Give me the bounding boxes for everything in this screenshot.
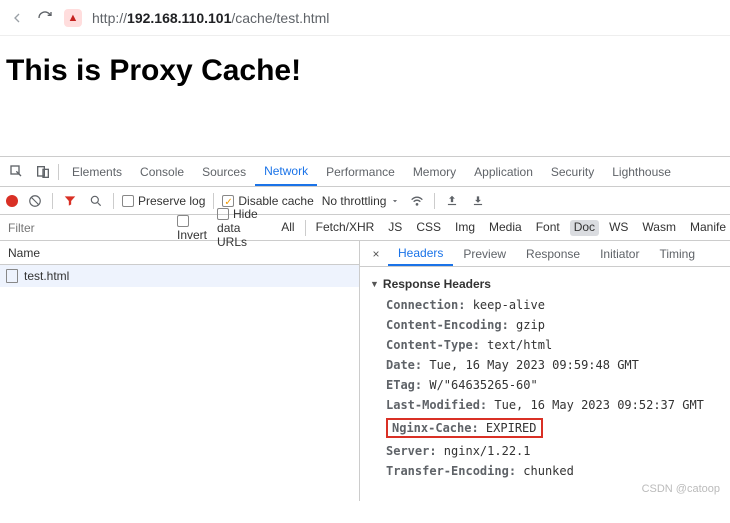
url-host: 192.168.110.101 [127, 10, 231, 26]
detail-tab-initiator[interactable]: Initiator [590, 241, 649, 266]
filter-type-img[interactable]: Img [451, 220, 479, 236]
watermark: CSDN @catoop [642, 483, 720, 495]
separator [434, 193, 435, 209]
filter-type-font[interactable]: Font [532, 220, 564, 236]
page-content: This is Proxy Cache! [0, 36, 730, 156]
url-path: /cache/test.html [231, 10, 329, 26]
device-toggle-icon[interactable] [32, 161, 54, 183]
file-icon [6, 269, 18, 283]
tab-sources[interactable]: Sources [193, 157, 255, 186]
header-line: Content-Encoding: gzip [370, 315, 720, 335]
separator [113, 193, 114, 209]
tab-network[interactable]: Network [255, 157, 317, 186]
back-button[interactable] [8, 9, 26, 27]
wifi-icon[interactable] [408, 192, 426, 210]
upload-icon[interactable] [443, 192, 461, 210]
detail-tab-timing[interactable]: Timing [649, 241, 705, 266]
header-line: Last-Modified: Tue, 16 May 2023 09:52:37… [370, 395, 720, 415]
devtools-tabstrip: ElementsConsoleSourcesNetworkPerformance… [0, 157, 730, 187]
header-line: Content-Type: text/html [370, 335, 720, 355]
column-header-name[interactable]: Name [0, 241, 359, 265]
devtools-panel: ElementsConsoleSourcesNetworkPerformance… [0, 156, 730, 501]
reload-button[interactable] [36, 9, 54, 27]
separator [305, 220, 306, 236]
filter-type-doc[interactable]: Doc [570, 220, 599, 236]
filter-type-fetchxhr[interactable]: Fetch/XHR [312, 220, 379, 236]
close-detail-icon[interactable]: × [366, 247, 386, 261]
request-list: Name test.html [0, 241, 360, 501]
tab-memory[interactable]: Memory [404, 157, 465, 186]
network-toolbar: Preserve log Disable cache No throttling [0, 187, 730, 215]
separator [58, 164, 59, 180]
header-line: Date: Tue, 16 May 2023 09:59:48 GMT [370, 355, 720, 375]
filter-type-ws[interactable]: WS [605, 220, 632, 236]
filter-type-wasm[interactable]: Wasm [638, 220, 680, 236]
security-warning-icon[interactable]: ▲ [64, 9, 82, 27]
response-headers-section[interactable]: Response Headers [370, 273, 720, 295]
page-heading: This is Proxy Cache! [6, 54, 724, 88]
header-line: Nginx-Cache: EXPIRED [370, 415, 720, 441]
invert-checkbox[interactable]: Invert [177, 214, 207, 242]
tab-elements[interactable]: Elements [63, 157, 131, 186]
inspect-icon[interactable] [6, 161, 28, 183]
preserve-log-checkbox[interactable]: Preserve log [122, 194, 205, 208]
filter-type-media[interactable]: Media [485, 220, 526, 236]
record-button[interactable] [6, 195, 18, 207]
detail-pane: × HeadersPreviewResponseInitiatorTiming … [360, 241, 730, 501]
header-line: Connection: keep-alive [370, 295, 720, 315]
filter-type-list: All Fetch/XHR JS CSS Img Media Font Doc WS Wasm Ma… [277, 220, 730, 236]
tab-performance[interactable]: Performance [317, 157, 404, 186]
download-icon[interactable] [469, 192, 487, 210]
header-line: Transfer-Encoding: chunked [370, 461, 720, 481]
filter-row: Invert Hide data URLs AllFetch/XHRJSCSSI… [0, 215, 730, 241]
url-protocol: http:// [92, 10, 127, 26]
disable-cache-checkbox[interactable]: Disable cache [222, 194, 313, 208]
tab-lighthouse[interactable]: Lighthouse [603, 157, 680, 186]
detail-tab-headers[interactable]: Headers [388, 241, 453, 266]
request-name: test.html [24, 269, 69, 283]
detail-tab-response[interactable]: Response [516, 241, 590, 266]
tab-console[interactable]: Console [131, 157, 193, 186]
filter-icon[interactable] [61, 192, 79, 210]
filter-type-js[interactable]: JS [384, 220, 406, 236]
detail-tab-preview[interactable]: Preview [453, 241, 516, 266]
search-icon[interactable] [87, 192, 105, 210]
address-bar[interactable]: http:// 192.168.110.101 /cache/test.html [92, 10, 329, 26]
filter-type-css[interactable]: CSS [412, 220, 445, 236]
throttling-select[interactable]: No throttling [322, 194, 401, 208]
tab-security[interactable]: Security [542, 157, 603, 186]
tab-application[interactable]: Application [465, 157, 542, 186]
filter-type-manife[interactable]: Manife [686, 220, 730, 236]
clear-icon[interactable] [26, 192, 44, 210]
header-line: Server: nginx/1.22.1 [370, 441, 720, 461]
filter-type-all[interactable]: All [277, 220, 298, 236]
header-line: ETag: W/"64635265-60" [370, 375, 720, 395]
filter-input[interactable] [0, 215, 171, 240]
request-row[interactable]: test.html [0, 265, 359, 287]
separator [52, 193, 53, 209]
